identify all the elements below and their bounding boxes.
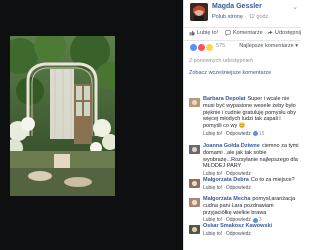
- commenter-avatar[interactable]: [189, 196, 200, 207]
- comment-like-count-value: 15: [258, 130, 265, 137]
- wedding-photo[interactable]: [10, 36, 115, 196]
- post-author-name[interactable]: Magda Gessler: [212, 3, 262, 10]
- separator-dot: ·: [223, 184, 225, 191]
- view-previous-comments-link[interactable]: Zobacz wcześniejsze komentarze: [189, 70, 271, 76]
- share-button[interactable]: Udostępnij: [267, 30, 301, 36]
- comment-like-icon: [252, 217, 258, 223]
- commenter-avatar[interactable]: [189, 143, 200, 154]
- page-avatar-image: [190, 3, 208, 21]
- post-subline: Polub stronę · 12 godz.: [212, 14, 270, 20]
- haha-reaction-icon: [205, 43, 214, 52]
- shares-count-link[interactable]: 2 ponownych udostępnień: [189, 58, 253, 64]
- like-button-label: Lubię to!: [197, 30, 219, 36]
- comment-reply-link[interactable]: Odpowiedz: [226, 231, 251, 237]
- post-action-bar: Lubię to! Komentarze Udostępnij: [184, 27, 301, 41]
- comment-button[interactable]: Komentarze: [225, 30, 263, 36]
- sort-chevron-icon: ▾: [295, 43, 298, 49]
- page-avatar[interactable]: [190, 3, 208, 21]
- facebook-photo-viewer: Magda Gessler Polub stronę · 12 godz. ⌄ Lu…: [0, 0, 301, 250]
- commenter-avatar[interactable]: [189, 96, 200, 107]
- commenter-avatar[interactable]: [189, 223, 200, 234]
- commenter-name[interactable]: Małgorzata Mecha: [203, 196, 250, 202]
- comment-like-link[interactable]: Lubię to!: [203, 231, 222, 237]
- comment-reply-link[interactable]: Odpowiedz: [226, 131, 251, 137]
- commenter-avatar-image: [189, 98, 200, 107]
- reaction-count: 575: [216, 43, 226, 49]
- commenter-name[interactable]: Barbara Depolat: [203, 96, 246, 102]
- comment-meta: Lubię to!·Odpowiedz: [203, 185, 299, 192]
- comment-like-icon: [252, 131, 258, 137]
- post-timestamp[interactable]: 12 godz.: [249, 14, 270, 20]
- follow-page-link[interactable]: Polub stronę: [212, 14, 243, 20]
- commenter-avatar-image: [189, 179, 200, 188]
- commenter-avatar-image: [189, 198, 200, 207]
- separator-dot: ·: [244, 14, 247, 20]
- comment-sort-label: Najlepsze komentarze: [239, 43, 294, 49]
- post-sidebar: Magda Gessler Polub stronę · 12 godz. ⌄ Lu…: [183, 0, 301, 250]
- separator-dot: ·: [223, 230, 225, 237]
- comment-body: Małgorzata Debra Co to za miejsce? Lubię …: [203, 177, 299, 192]
- comment-meta: Lubię to!·Odpowiedz 15: [203, 131, 299, 138]
- thumbs-up-icon: [189, 30, 195, 36]
- comment-bubble-icon: [225, 30, 231, 36]
- comment-body: Joanna Gołda Dziwne ciemno za tymi domami…: [203, 143, 299, 178]
- comment-button-label: Komentarze: [233, 30, 263, 36]
- comment-body: Małgorzata Mecha pomysł,aranżacja cudna p…: [203, 196, 299, 224]
- comment-like-link[interactable]: Lubię to!: [203, 185, 222, 191]
- post-header: Magda Gessler Polub stronę · 12 godz. ⌄: [190, 3, 298, 25]
- photo-viewer-stage: [0, 0, 183, 250]
- commenter-avatar-image: [189, 225, 200, 234]
- commenter-avatar-image: [189, 145, 200, 154]
- reaction-icons: [189, 43, 214, 52]
- comment-reply-link[interactable]: Odpowiedz: [226, 185, 251, 191]
- comment-body: Oskar Smakosz Kawowski Lubię to!·Odpowie…: [203, 223, 299, 238]
- comment-text: Co to za miejsce?: [250, 177, 295, 183]
- like-button[interactable]: Lubię to!: [189, 30, 218, 36]
- commenter-name[interactable]: Oskar Smakosz Kawowski: [203, 223, 272, 229]
- comment-like-link[interactable]: Lubię to!: [203, 131, 222, 137]
- share-button-label: Udostępnij: [275, 30, 301, 36]
- post-options-chevron-icon[interactable]: ⌄: [292, 3, 298, 11]
- separator-dot: ·: [223, 130, 225, 137]
- comment-like-count[interactable]: 15: [252, 130, 265, 138]
- wedding-photo-image: [10, 36, 115, 196]
- comment-sort-dropdown[interactable]: Najlepsze komentarze ▾: [239, 43, 298, 49]
- comment-meta: Lubię to!·Odpowiedz: [203, 231, 299, 238]
- share-arrow-icon: [267, 30, 273, 35]
- reactions-summary[interactable]: 575 Najlepsze komentarze ▾: [189, 42, 299, 52]
- comment-body: Barbara Depolat Super i wcale nie musi by…: [203, 96, 299, 138]
- commenter-name[interactable]: Małgorzata Debra: [203, 177, 249, 183]
- commenter-name[interactable]: Joanna Gołda Dziwne: [203, 143, 260, 149]
- commenter-avatar[interactable]: [189, 177, 200, 188]
